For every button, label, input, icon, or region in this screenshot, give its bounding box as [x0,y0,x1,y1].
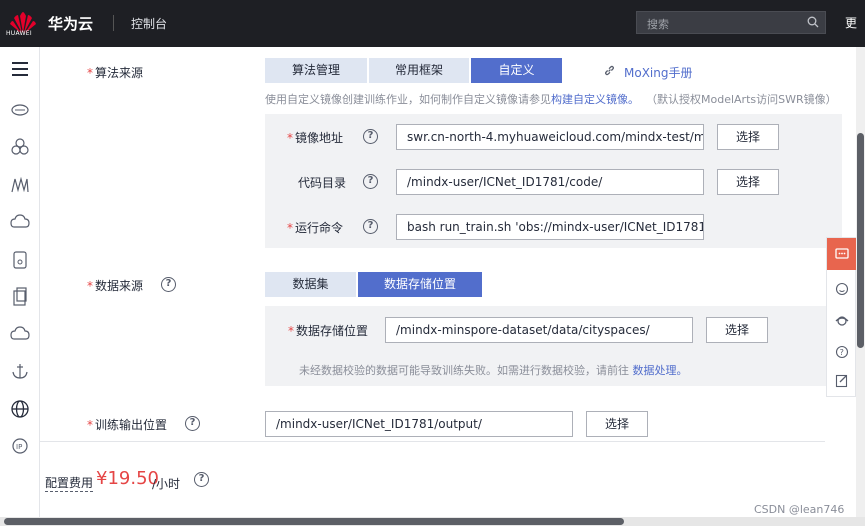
data-storage-select-button[interactable]: 选择 [706,317,768,343]
training-output-label: * 训练输出位置 [87,418,168,432]
search-icon[interactable] [807,16,819,28]
watermark: CSDN @lean746 [754,503,845,516]
search-input[interactable]: 搜索 [647,16,669,32]
cloud-service-icon[interactable] [10,99,30,119]
vertical-scrollbar[interactable] [856,47,865,517]
more-menu[interactable]: 更 [845,14,857,31]
run-command-input[interactable]: bash run_train.sh 'obs://mindx-user/ICNe… [396,214,704,240]
tab-common-framework[interactable]: 常用框架 [369,58,469,83]
search-box[interactable]: 搜索 [636,11,826,34]
price-value: ¥19.50 [96,468,159,489]
menu-icon[interactable] [10,59,30,79]
data-source-label: * 数据来源 [87,279,144,293]
code-directory-label: 代码目录 [298,176,347,190]
smile-icon[interactable] [835,282,849,296]
footer-divider [40,441,825,442]
help-icon[interactable]: ? [161,277,176,292]
code-select-button[interactable]: 选择 [717,169,779,195]
svg-text:?: ? [840,348,844,357]
side-nav: IP [0,47,40,526]
storage-icon[interactable] [10,250,30,270]
build-custom-image-link[interactable]: 构建自定义镜像。 [551,93,639,106]
code-directory-input[interactable]: /mindx-user/ICNet_ID1781/code/ [396,169,704,195]
svg-text:IP: IP [16,443,22,451]
config-fee-label[interactable]: 配置费用 [45,474,94,492]
divider [113,15,114,31]
horizontal-scroll-thumb[interactable] [4,518,624,525]
moxing-manual-link[interactable]: MoXing手册 [624,64,692,81]
vertical-scroll-thumb[interactable] [857,133,864,348]
support-icon[interactable] [835,314,849,328]
tab-algorithm-management[interactable]: 算法管理 [265,58,367,83]
help-icon[interactable]: ? [363,129,378,144]
help-icon[interactable]: ? [194,472,209,487]
database-cloud-icon[interactable] [10,212,30,232]
image-address-label: * 镜像地址 [287,131,344,145]
feedback-button[interactable] [827,238,857,270]
algorithm-source-label: * 算法来源 [87,66,144,80]
custom-image-note: 使用自定义镜像创建训练作业，如何制作自定义镜像请参见构建自定义镜像。 （默认授权… [265,93,837,106]
horizontal-scrollbar[interactable] [0,517,865,526]
link-icon [604,65,615,76]
chat-icon[interactable] [835,247,849,261]
brand-name[interactable]: 华为云 [48,13,93,34]
data-storage-label: * 数据存储位置 [288,324,369,338]
help-icon[interactable]: ? [363,219,378,234]
output-select-button[interactable]: 选择 [586,411,648,437]
tab-data-storage-location[interactable]: 数据存储位置 [358,272,482,297]
ip-icon[interactable]: IP [10,436,30,456]
image-address-input[interactable]: swr.cn-north-4.myhuaweicloud.com/mindx-t… [396,124,704,150]
document-icon[interactable] [10,287,30,307]
cluster-icon[interactable] [10,137,30,157]
data-processing-link[interactable]: 数据处理。 [633,364,688,377]
logo-text: HUAWEI [6,30,32,37]
floating-toolbar: ? [826,237,857,397]
price-unit: /小时 [152,477,181,491]
help-icon[interactable]: ? [363,174,378,189]
help-icon[interactable]: ? [185,416,200,431]
console-link[interactable]: 控制台 [131,15,167,32]
edit-icon[interactable] [835,374,849,388]
image-select-button[interactable]: 选择 [717,124,779,150]
top-bar: HUAWEI 华为云 控制台 搜索 更 [0,0,865,47]
cloud-icon[interactable] [10,324,30,344]
help-circle-icon[interactable]: ? [835,345,849,359]
training-output-input[interactable]: /mindx-user/ICNet_ID1781/output/ [265,411,573,437]
run-command-label: * 运行命令 [287,221,344,235]
tab-dataset[interactable]: 数据集 [265,272,356,297]
analytics-icon[interactable] [10,175,30,195]
globe-icon[interactable] [10,399,30,419]
data-storage-input[interactable]: /mindx-minspore-dataset/data/cityspaces/ [385,317,693,343]
tab-custom[interactable]: 自定义 [471,58,562,83]
data-validation-note: 未经数据校验的数据可能导致训练失败。如需进行数据校验，请前往 数据处理。 [299,364,688,377]
anchor-icon[interactable] [10,361,30,381]
